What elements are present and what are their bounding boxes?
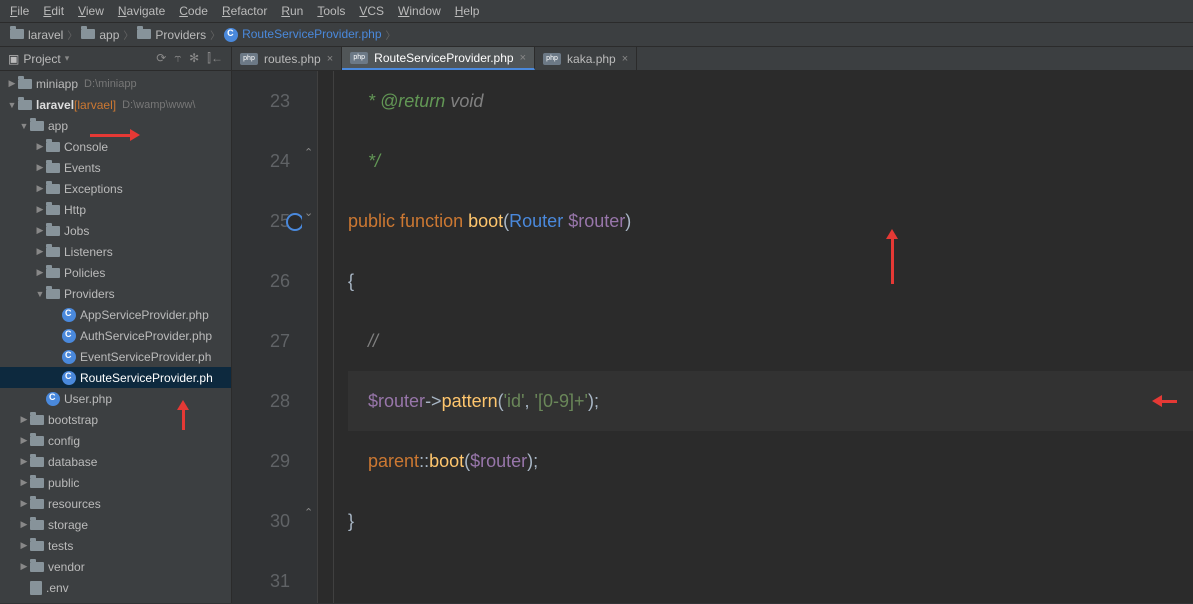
line-number: 24: [232, 131, 290, 191]
menu-vcs[interactable]: VCS: [359, 4, 384, 18]
menu-window[interactable]: Window: [398, 4, 441, 18]
tree-item-tests[interactable]: ▶tests: [0, 535, 231, 556]
tree-item-policies[interactable]: ▶Policies: [0, 262, 231, 283]
tree-item-events[interactable]: ▶Events: [0, 157, 231, 178]
editor-tabs: phproutes.php×phpRouteServiceProvider.ph…: [232, 47, 1193, 71]
tree-item-http[interactable]: ▶Http: [0, 199, 231, 220]
sidebar-header: ▣ Project ▾ ⟳ ⥾ ✻ ⫿←: [0, 47, 231, 71]
dropdown-icon[interactable]: ▾: [65, 53, 70, 64]
tree-item-vendor[interactable]: ▶vendor: [0, 556, 231, 577]
editor-body[interactable]: 232425262728293031 ⌃ ⌄ ⌃ * @return void …: [232, 71, 1193, 603]
menu-help[interactable]: Help: [455, 4, 480, 18]
tree-item-eventserviceprovider-ph[interactable]: EventServiceProvider.ph: [0, 346, 231, 367]
tree-item-storage[interactable]: ▶storage: [0, 514, 231, 535]
project-sidebar: ▣ Project ▾ ⟳ ⥾ ✻ ⫿← ▶miniappD:\miniapp▼…: [0, 47, 232, 603]
breadcrumb-item[interactable]: RouteServiceProvider.php: [224, 27, 381, 42]
tab-kaka-php[interactable]: phpkaka.php×: [535, 47, 637, 70]
hide-icon[interactable]: ⫿←: [207, 51, 223, 66]
fold-end-icon[interactable]: ⌃: [304, 506, 313, 519]
sync-icon[interactable]: ⟳: [156, 51, 166, 66]
project-tree: ▶miniappD:\miniapp▼laravel [larvael]D:\w…: [0, 71, 231, 603]
line-number: 28: [232, 371, 290, 431]
gear-icon[interactable]: ✻: [189, 51, 199, 66]
close-tab-icon[interactable]: ×: [520, 52, 526, 64]
line-number: 26: [232, 251, 290, 311]
code-line-27[interactable]: //: [348, 311, 1193, 371]
breadcrumb-separator: [67, 27, 77, 42]
fold-start-icon[interactable]: ⌄: [304, 206, 313, 219]
tab-routes-php[interactable]: phproutes.php×: [232, 47, 342, 70]
menu-code[interactable]: Code: [179, 4, 208, 18]
code-line-26[interactable]: {: [348, 251, 1193, 311]
tree-item-authserviceprovider-php[interactable]: AuthServiceProvider.php: [0, 325, 231, 346]
breadcrumb-separator: [123, 27, 133, 42]
tree-item-providers[interactable]: ▼Providers: [0, 283, 231, 304]
code-line-25[interactable]: public function boot(Router $router): [348, 191, 1193, 251]
line-number: 31: [232, 551, 290, 603]
code-line-31[interactable]: [348, 551, 1193, 603]
breadcrumb-item[interactable]: Providers: [137, 28, 206, 42]
tree-item-laravel[interactable]: ▼laravel [larvael]D:\wamp\www\: [0, 94, 231, 115]
sidebar-title[interactable]: Project: [23, 52, 60, 66]
line-number: 23: [232, 71, 290, 131]
line-number: 27: [232, 311, 290, 371]
tree-item--env[interactable]: .env: [0, 577, 231, 598]
code-line-29[interactable]: parent::boot($router);: [348, 431, 1193, 491]
tree-item-config[interactable]: ▶config: [0, 430, 231, 451]
line-gutter: 232425262728293031: [232, 71, 302, 603]
php-file-icon: php: [543, 53, 561, 65]
tree-item-console[interactable]: ▶Console: [0, 136, 231, 157]
code-line-28[interactable]: $router->pattern('id', '[0-9]+');: [348, 371, 1193, 431]
tree-item-user-php[interactable]: User.php: [0, 388, 231, 409]
tree-item-database[interactable]: ▶database: [0, 451, 231, 472]
php-file-icon: php: [240, 53, 258, 65]
fold-gutter: ⌃ ⌄ ⌃: [302, 71, 318, 603]
menubar: File Edit View Navigate Code Refactor Run Tools…: [0, 0, 1193, 23]
menu-edit[interactable]: Edit: [43, 4, 64, 18]
tree-item-routeserviceprovider-ph[interactable]: RouteServiceProvider.ph: [0, 367, 231, 388]
breadcrumb: laravel app Providers RouteServiceProvider.…: [0, 23, 1193, 47]
tree-item-bootstrap[interactable]: ▶bootstrap: [0, 409, 231, 430]
code-line-23[interactable]: * @return void: [348, 71, 1193, 131]
editor-area: phproutes.php×phpRouteServiceProvider.ph…: [232, 47, 1193, 603]
tree-item-listeners[interactable]: ▶Listeners: [0, 241, 231, 262]
project-tool-icon: ▣: [8, 52, 19, 66]
code-line-30[interactable]: }: [348, 491, 1193, 551]
breadcrumb-item[interactable]: laravel: [10, 28, 63, 42]
tab-routeserviceprovider-php[interactable]: phpRouteServiceProvider.php×: [342, 47, 535, 70]
menu-refactor[interactable]: Refactor: [222, 4, 267, 18]
tree-item-miniapp[interactable]: ▶miniappD:\miniapp: [0, 73, 231, 94]
tree-item-jobs[interactable]: ▶Jobs: [0, 220, 231, 241]
tree-item-app[interactable]: ▼app: [0, 115, 231, 136]
main-area: ▣ Project ▾ ⟳ ⥾ ✻ ⫿← ▶miniappD:\miniapp▼…: [0, 47, 1193, 603]
tree-item-resources[interactable]: ▶resources: [0, 493, 231, 514]
close-tab-icon[interactable]: ×: [327, 53, 333, 65]
menu-run[interactable]: Run: [281, 4, 303, 18]
fold-end-icon[interactable]: ⌃: [304, 146, 313, 159]
breadcrumb-separator: [210, 27, 220, 42]
line-number: 29: [232, 431, 290, 491]
code-content[interactable]: * @return void */public function boot(Ro…: [318, 71, 1193, 603]
line-number: 30: [232, 491, 290, 551]
tree-item-public[interactable]: ▶public: [0, 472, 231, 493]
menu-navigate[interactable]: Navigate: [118, 4, 165, 18]
menu-tools[interactable]: Tools: [317, 4, 345, 18]
code-line-24[interactable]: */: [348, 131, 1193, 191]
line-number: 25: [232, 191, 290, 251]
php-file-icon: php: [350, 52, 368, 64]
tree-item-exceptions[interactable]: ▶Exceptions: [0, 178, 231, 199]
collapse-icon[interactable]: ⥾: [174, 51, 181, 66]
breadcrumb-item[interactable]: app: [81, 28, 119, 42]
tree-item-appserviceprovider-php[interactable]: AppServiceProvider.php: [0, 304, 231, 325]
close-tab-icon[interactable]: ×: [622, 53, 628, 65]
menu-file[interactable]: File: [10, 4, 29, 18]
menu-view[interactable]: View: [78, 4, 104, 18]
